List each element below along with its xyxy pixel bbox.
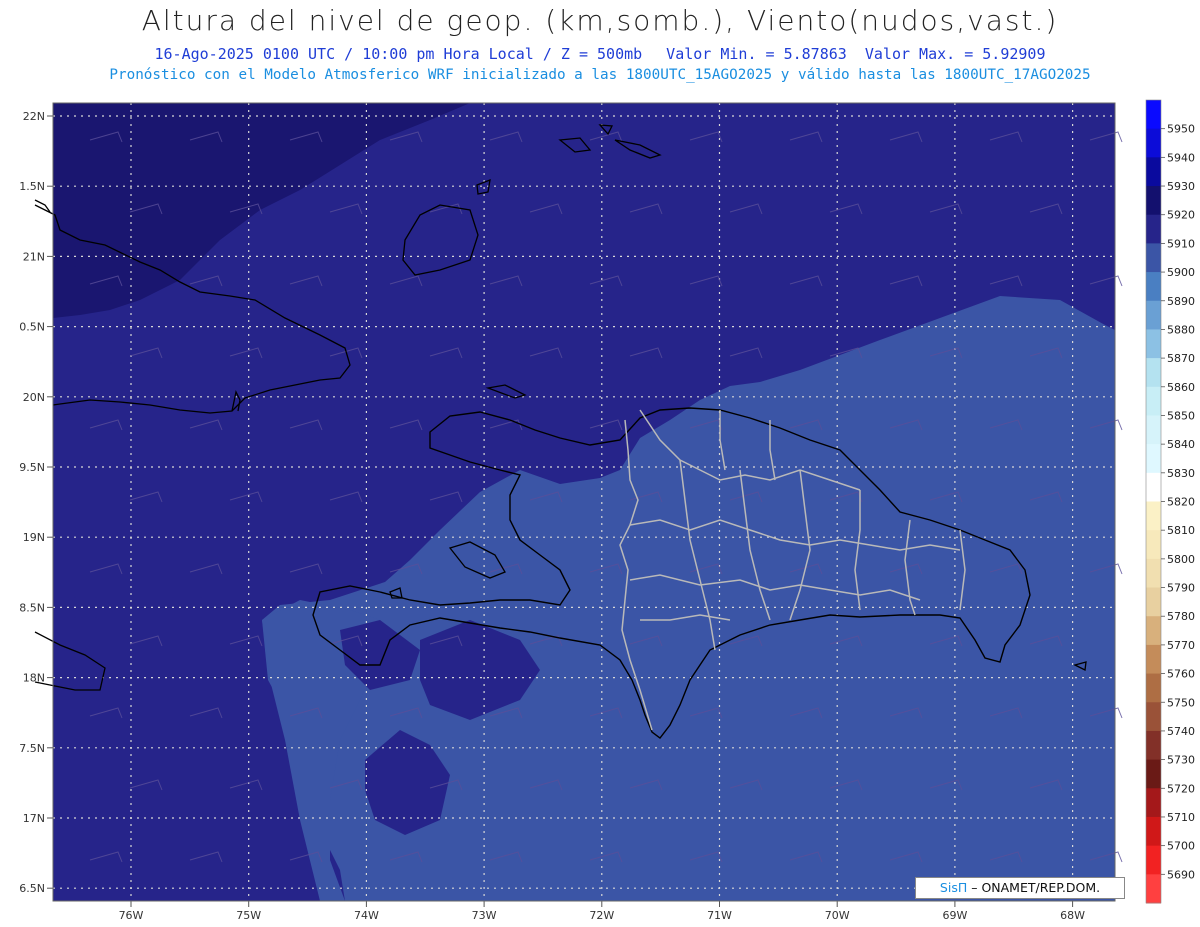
map-figure: 22N 1.5N 21N 0.5N 20N 9.5N 19N 8.5N 18N 7.5N 17N 6.… xyxy=(19,99,1195,922)
colorbar-swatch xyxy=(1146,673,1161,703)
lat-label: 18N xyxy=(23,672,45,685)
lat-label: 22N xyxy=(23,110,45,123)
colorbar-label: 5800 xyxy=(1167,553,1195,566)
colorbar-swatch xyxy=(1146,100,1161,130)
lat-label: 1.5N xyxy=(19,180,45,193)
colorbar-label: 5810 xyxy=(1167,524,1195,537)
colorbar-swatch xyxy=(1146,415,1161,445)
colorbar-swatch xyxy=(1146,272,1161,302)
colorbar-swatch xyxy=(1146,816,1161,847)
lat-label: 19N xyxy=(23,531,45,544)
colorbar-label: 5780 xyxy=(1167,610,1195,623)
lat-label: 0.5N xyxy=(19,321,45,334)
colorbar-swatch xyxy=(1146,358,1161,388)
lon-label: 76W xyxy=(119,909,144,922)
lat-label: 20N xyxy=(23,391,45,404)
lat-label: 9.5N xyxy=(19,461,45,474)
colorbar-swatch xyxy=(1146,157,1161,187)
lon-label: 69W xyxy=(942,909,967,922)
colorbar-label: 5840 xyxy=(1167,438,1195,451)
colorbar-swatch xyxy=(1146,644,1161,675)
colorbar-label: 5940 xyxy=(1167,151,1195,164)
credit-text: ONAMET/REP.DOM. xyxy=(977,880,1101,895)
colorbar-label: 5740 xyxy=(1167,725,1195,738)
colorbar-swatch xyxy=(1146,558,1161,589)
colorbar-label: 5760 xyxy=(1167,668,1195,681)
lon-label: 75W xyxy=(236,909,261,922)
colorbar-label: 5870 xyxy=(1167,352,1195,365)
colorbar-swatch xyxy=(1146,845,1161,875)
colorbar-label: 5910 xyxy=(1167,237,1195,250)
colorbar-label: 5690 xyxy=(1167,868,1195,881)
colorbar-swatch xyxy=(1146,444,1161,474)
colorbar-label: 5770 xyxy=(1167,639,1195,652)
lat-labels: 22N 1.5N 21N 0.5N 20N 9.5N 19N 8.5N 18N 7.5N 17N 6.… xyxy=(19,110,53,895)
lon-label: 68W xyxy=(1060,909,1085,922)
colorbar-swatch xyxy=(1146,300,1161,330)
colorbar-swatch xyxy=(1146,587,1161,617)
lon-label: 74W xyxy=(354,909,379,922)
colorbar-swatch xyxy=(1146,214,1161,244)
colorbar-swatch xyxy=(1146,730,1161,761)
lon-labels: 76W 75W 74W 73W 72W 71W 70W 69W 68W xyxy=(119,901,1085,922)
colorbar-swatch xyxy=(1146,186,1161,216)
colorbar-swatch xyxy=(1146,472,1161,502)
colorbar-label: 5890 xyxy=(1167,295,1195,308)
colorbar-label: 5920 xyxy=(1167,209,1195,222)
lat-label: 6.5N xyxy=(19,882,45,895)
colorbar-swatch xyxy=(1146,243,1161,273)
lat-label: 7.5N xyxy=(19,742,45,755)
colorbar-swatch xyxy=(1146,501,1161,531)
colorbar-label: 5880 xyxy=(1167,323,1195,336)
lat-label: 17N xyxy=(23,812,45,825)
colorbar-label: 5710 xyxy=(1167,811,1195,824)
colorbar-swatch xyxy=(1146,874,1161,904)
colorbar-swatch xyxy=(1146,128,1161,158)
colorbar-label: 5830 xyxy=(1167,467,1195,480)
colorbar-label: 5950 xyxy=(1167,123,1195,136)
colorbar-label: 5850 xyxy=(1167,409,1195,422)
colorbar-swatch xyxy=(1146,329,1161,359)
colorbar-label: 5700 xyxy=(1167,840,1195,853)
lon-label: 73W xyxy=(472,909,497,922)
colorbar-label: 5750 xyxy=(1167,696,1195,709)
lon-label: 72W xyxy=(589,909,614,922)
lon-label: 71W xyxy=(707,909,732,922)
colorbar-swatch xyxy=(1146,759,1161,789)
lon-label: 70W xyxy=(825,909,850,922)
colorbar-swatch xyxy=(1146,616,1161,646)
colorbar-label: 5930 xyxy=(1167,180,1195,193)
credit-box: SisΠ – ONAMET/REP.DOM. xyxy=(915,877,1125,899)
lat-label: 8.5N xyxy=(19,601,45,614)
colorbar-swatch xyxy=(1146,530,1161,560)
colorbar-label: 5860 xyxy=(1167,381,1195,394)
colorbar-swatch xyxy=(1146,386,1161,416)
brand-logo: SisΠ xyxy=(939,880,968,895)
lat-label: 21N xyxy=(23,250,45,263)
colorbar: 5950 5940 5930 5920 5910 5900 5890 5880 5870 5860… xyxy=(1145,99,1195,904)
colorbar-swatch xyxy=(1146,788,1161,818)
colorbar-label: 5900 xyxy=(1167,266,1195,279)
colorbar-label: 5820 xyxy=(1167,496,1195,509)
colorbar-label: 5730 xyxy=(1167,754,1195,767)
colorbar-label: 5790 xyxy=(1167,582,1195,595)
colorbar-label: 5720 xyxy=(1167,782,1195,795)
colorbar-swatch xyxy=(1146,702,1161,732)
